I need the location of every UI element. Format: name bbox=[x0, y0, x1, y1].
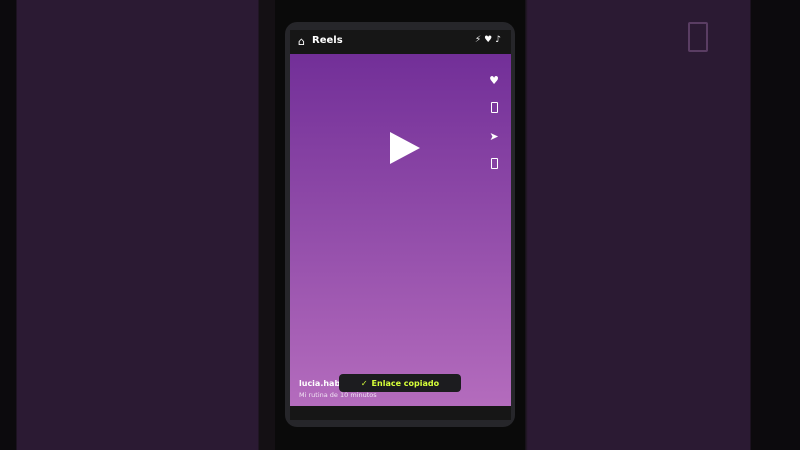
like-icon[interactable]: ♥ bbox=[486, 74, 502, 87]
flash-icon[interactable]: ⚡ bbox=[475, 35, 481, 45]
background-save-icon bbox=[688, 22, 708, 52]
check-icon: ✓ bbox=[360, 378, 368, 388]
play-icon[interactable] bbox=[390, 132, 420, 164]
comment-icon[interactable] bbox=[486, 102, 502, 116]
home-icon[interactable]: ⌂ bbox=[298, 35, 305, 48]
bottom-bar bbox=[290, 406, 511, 420]
reel-video[interactable]: ♥ ➤ lucia.hab Mi rutina de 10 minutos ✓ … bbox=[290, 54, 511, 406]
top-bar: ⌂ Reels ⚡ ♥ ♪ bbox=[290, 30, 511, 54]
toast-notification: ✓ Enlace copiado bbox=[339, 374, 461, 392]
background-blur-right bbox=[525, 0, 800, 450]
heart-icon[interactable]: ♥ bbox=[484, 35, 492, 45]
top-icons: ⚡ ♥ ♪ bbox=[475, 35, 501, 45]
save-icon[interactable] bbox=[486, 158, 502, 172]
page-title: Reels bbox=[312, 35, 343, 46]
toast-text: Enlace copiado bbox=[371, 378, 440, 388]
post-caption: Mi rutina de 10 minutos bbox=[299, 391, 377, 399]
background-blur-left bbox=[0, 0, 275, 450]
phone-screen: ⌂ Reels ⚡ ♥ ♪ ♥ ➤ lucia.hab Mi rutina de… bbox=[290, 30, 511, 420]
music-icon[interactable]: ♪ bbox=[495, 35, 501, 45]
post-username[interactable]: lucia.hab bbox=[299, 379, 340, 388]
share-icon[interactable]: ➤ bbox=[486, 130, 502, 143]
